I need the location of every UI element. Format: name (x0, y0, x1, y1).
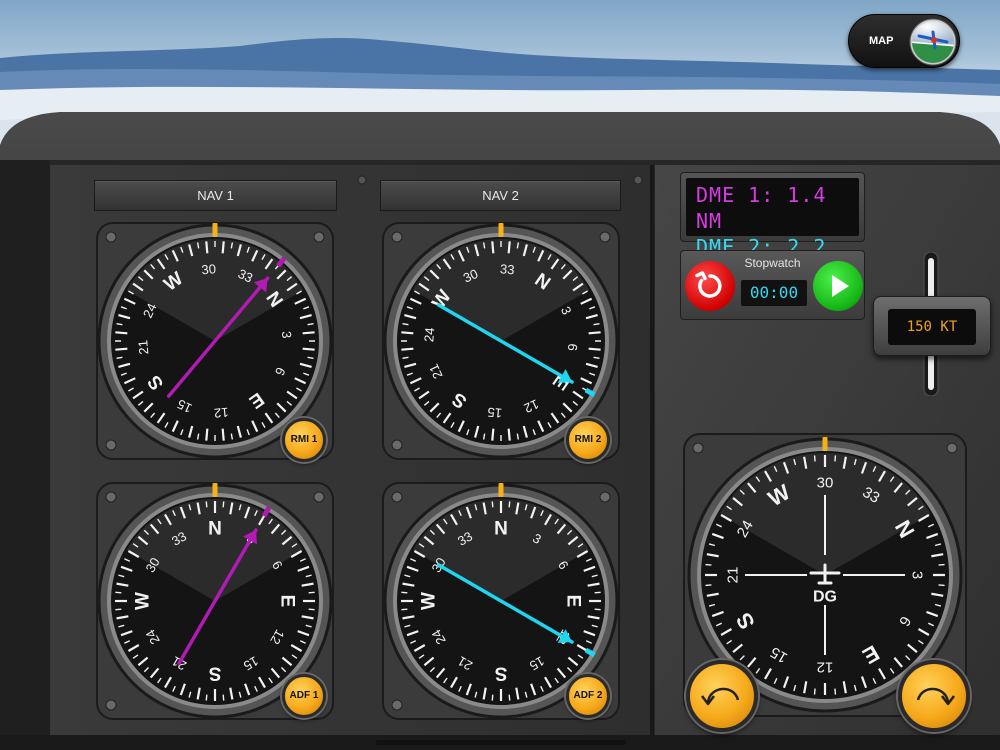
compass-label: 6 (565, 343, 581, 352)
compass-label: 15 (487, 405, 503, 421)
dme-screen: DME 1: 1.4 NM DME 2: 2.2 NM (686, 178, 859, 285)
home-indicator (376, 740, 626, 745)
compass-tick (222, 694, 225, 701)
compass-label: N (494, 519, 508, 540)
rmi2-screw (599, 231, 611, 243)
dg-rotate-left-button[interactable] (686, 660, 758, 732)
stopwatch-panel: Stopwatch 00:00 (680, 250, 865, 320)
compass-tick (508, 694, 511, 701)
adf1-index-mark (212, 483, 218, 497)
compass-label: 12 (213, 405, 229, 421)
nav2-label: NAV 2 (380, 180, 621, 211)
adf2-button[interactable]: ADF 2 (566, 674, 610, 718)
compass-tick (508, 501, 511, 508)
stopwatch-time: 00:00 (741, 280, 807, 306)
speed-readout: 150 KT (888, 309, 976, 345)
dme-display: DME 1: 1.4 NM DME 2: 2.2 NM (680, 172, 865, 285)
rotate-right-icon (916, 687, 955, 706)
compass-tick (308, 591, 315, 594)
stopwatch-play-button[interactable] (813, 261, 863, 311)
reset-icon (695, 271, 722, 298)
adf2-screw (391, 699, 403, 711)
compass-tick (222, 501, 225, 508)
adf2-screw (599, 491, 611, 503)
dg-rotate-right-button[interactable] (898, 660, 970, 732)
rmi1-index-mark (212, 223, 218, 237)
compass-label: W (419, 592, 440, 610)
compass-label: 21 (135, 339, 151, 355)
adf2-screw (391, 491, 403, 503)
compass-label: 24 (421, 327, 437, 343)
compass-label: N (208, 519, 222, 540)
compass-label: 30 (201, 261, 217, 277)
dg-screw (946, 442, 958, 454)
rmi1-screw (105, 439, 117, 451)
compass-tick (205, 694, 208, 701)
nav1-label: NAV 1 (94, 180, 337, 211)
compass-tick (205, 501, 208, 508)
stopwatch-reset-button[interactable] (685, 261, 735, 311)
compass-tick (115, 608, 122, 611)
compass-tick (115, 591, 122, 594)
compass-tick (594, 591, 601, 594)
compass-label: 3 (279, 330, 295, 339)
rmi2-screw (391, 439, 403, 451)
compass-tick (491, 501, 494, 508)
compass-label: E (277, 595, 298, 608)
dg-index-mark (822, 437, 828, 451)
rmi2-screw (391, 231, 403, 243)
compass-tick (491, 694, 494, 701)
compass-label: 30 (817, 475, 834, 492)
rotate-left-icon (701, 687, 740, 706)
compass-label: S (209, 663, 222, 684)
adf2-index-mark (498, 483, 504, 497)
compass-tick (401, 591, 408, 594)
compass-label: 12 (817, 659, 834, 676)
rmi1-screw (105, 231, 117, 243)
compass-label: W (133, 592, 154, 610)
dg-label: DG (813, 589, 837, 606)
rmi2-button[interactable]: RMI 2 (566, 418, 610, 462)
compass-label: E (563, 595, 584, 608)
rmi1-screw (313, 231, 325, 243)
compass-label: 3 (909, 571, 926, 579)
compass-tick (308, 608, 315, 611)
compass-label: S (495, 663, 508, 684)
compass-label: 33 (499, 261, 515, 277)
adf1-screw (313, 491, 325, 503)
adf1-screw (105, 699, 117, 711)
dg-screw (692, 442, 704, 454)
adf1-button[interactable]: ADF 1 (282, 674, 326, 718)
dme1-readout: DME 1: 1.4 NM (696, 183, 827, 233)
rmi2-index-mark (498, 223, 504, 237)
rmi1-button[interactable]: RMI 1 (282, 418, 326, 462)
map-label: MAP (869, 35, 894, 47)
adf1-screw (105, 491, 117, 503)
airplane-icon (909, 18, 957, 66)
compass-tick (594, 608, 601, 611)
compass-tick (401, 608, 408, 611)
throttle-handle[interactable]: 150 KT (873, 296, 991, 356)
play-icon (832, 275, 849, 297)
map-toggle[interactable]: MAP (848, 14, 960, 68)
compass-label: 21 (725, 567, 742, 584)
